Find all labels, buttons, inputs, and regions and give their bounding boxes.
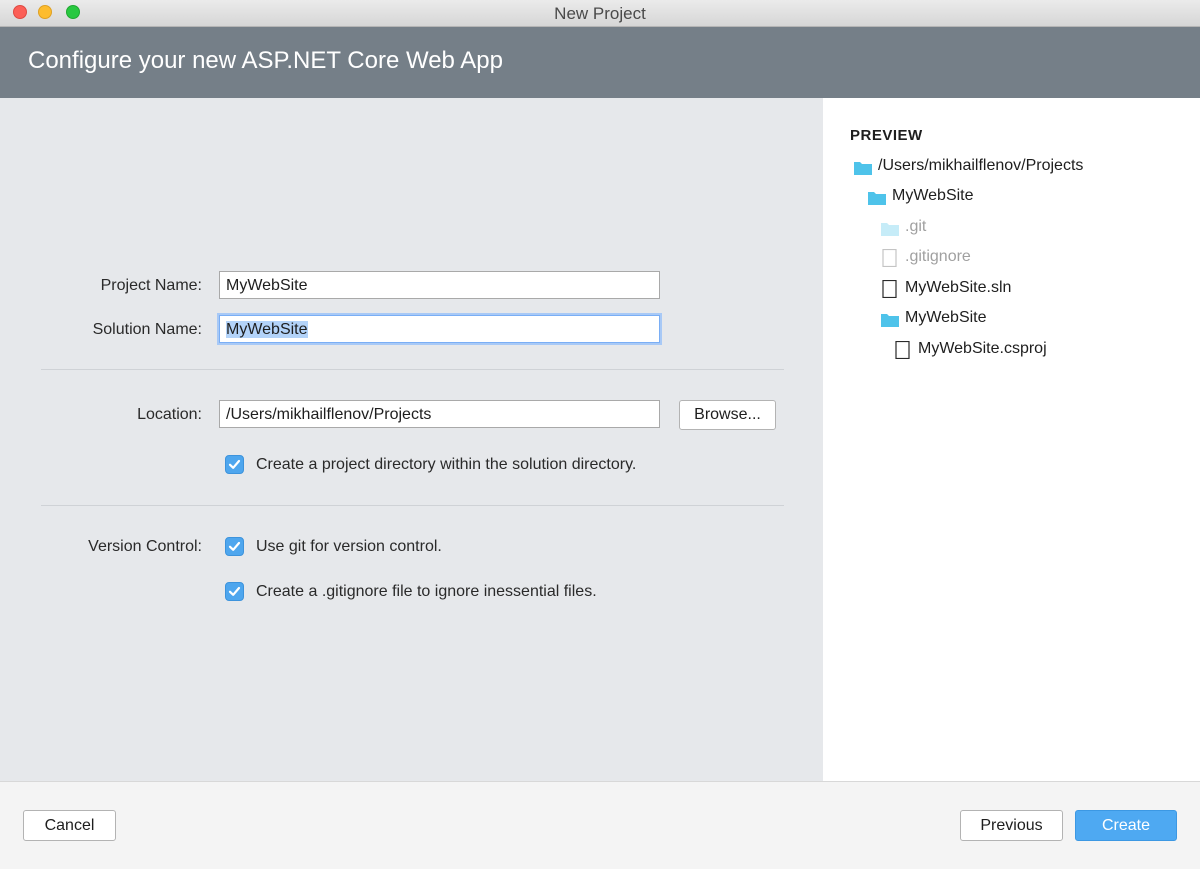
tree-item-label: MyWebSite <box>905 309 987 326</box>
new-project-window: New Project Configure your new ASP.NET C… <box>0 0 1200 869</box>
preview-heading: PREVIEW <box>850 127 923 144</box>
checkmark-icon <box>228 459 241 469</box>
footer-bar: Cancel Previous Create <box>0 781 1200 869</box>
file-icon <box>882 249 897 267</box>
gitignore-checkbox[interactable] <box>225 582 244 601</box>
location-input[interactable]: /Users/mikhailflenov/Projects <box>219 400 660 428</box>
page-title: Configure your new ASP.NET Core Web App <box>28 47 503 74</box>
location-label: Location: <box>137 406 202 423</box>
folder-icon <box>881 223 899 236</box>
folder-icon <box>854 162 872 175</box>
header-banner: Configure your new ASP.NET Core Web App <box>0 27 1200 98</box>
folder-icon <box>868 192 886 205</box>
checkmark-icon <box>228 541 241 551</box>
tree-item-label: /Users/mikhailflenov/Projects <box>878 157 1084 174</box>
separator <box>41 505 784 506</box>
tree-item-label: MyWebSite <box>892 187 974 204</box>
checkmark-icon <box>228 586 241 596</box>
solution-name-value: MyWebSite <box>226 321 308 338</box>
location-value: /Users/mikhailflenov/Projects <box>226 406 432 423</box>
solution-name-label: Solution Name: <box>92 321 202 338</box>
use-git-checkbox[interactable] <box>225 537 244 556</box>
folder-icon <box>881 314 899 327</box>
project-name-label: Project Name: <box>100 277 202 294</box>
create-directory-checkbox[interactable] <box>225 455 244 474</box>
separator <box>41 369 784 370</box>
file-icon <box>895 341 910 359</box>
tree-item-label: MyWebSite.sln <box>905 279 1012 296</box>
title-bar[interactable]: New Project <box>0 0 1200 27</box>
preview-panel: PREVIEW /Users/mikhailflenov/Projects My… <box>823 98 1200 781</box>
browse-button[interactable]: Browse... <box>679 400 776 430</box>
tree-item-label: MyWebSite.csproj <box>918 340 1047 357</box>
solution-name-input[interactable]: MyWebSite <box>219 315 660 343</box>
file-icon <box>882 280 897 298</box>
gitignore-label[interactable]: Create a .gitignore file to ignore iness… <box>256 583 597 601</box>
configuration-form: Project Name: MyWebSite Solution Name: M… <box>0 98 823 781</box>
tree-item-label: .git <box>905 218 927 235</box>
tree-item-label: .gitignore <box>905 248 971 265</box>
create-directory-label[interactable]: Create a project directory within the so… <box>256 456 636 474</box>
create-button[interactable]: Create <box>1075 810 1177 841</box>
cancel-button[interactable]: Cancel <box>23 810 116 841</box>
use-git-label[interactable]: Use git for version control. <box>256 538 442 556</box>
version-control-label: Version Control: <box>88 538 202 555</box>
previous-button[interactable]: Previous <box>960 810 1063 841</box>
project-name-input[interactable]: MyWebSite <box>219 271 660 299</box>
project-name-value: MyWebSite <box>226 277 308 294</box>
window-title: New Project <box>554 4 646 23</box>
